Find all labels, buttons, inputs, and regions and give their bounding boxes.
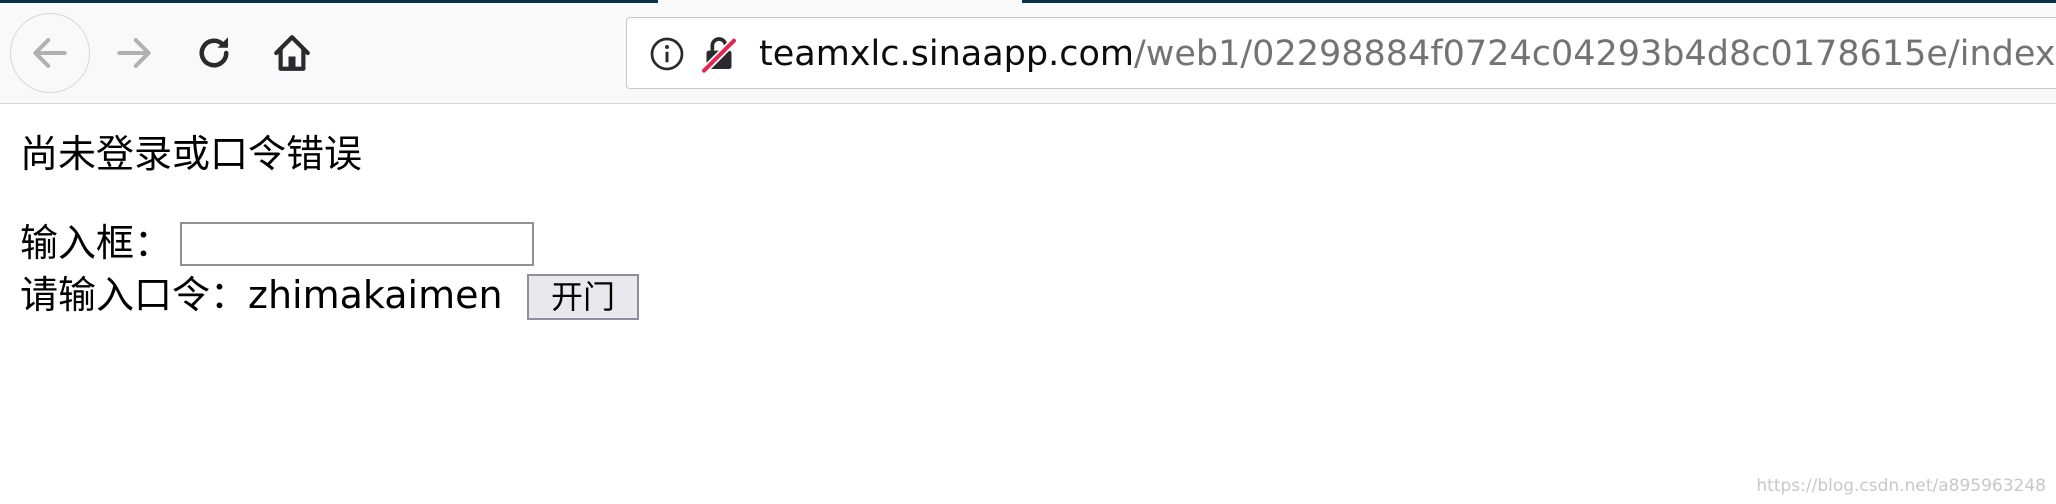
input-label: 输入框： (20, 221, 173, 265)
url-path: /web1/02298884f0724c04293b4d8c0178615e/i… (1133, 34, 2056, 74)
browser-toolbar: teamxlc.sinaapp.com/web1/02298884f0724c0… (0, 4, 2056, 104)
info-icon[interactable] (649, 36, 685, 72)
tab-strip-accent-right (1022, 0, 2056, 3)
back-arrow-icon (33, 38, 67, 68)
page-content: 尚未登录或口令错误 输入框： 请输入口令：zhimakaimen 开门 (20, 126, 639, 320)
url-host: teamxlc.sinaapp.com (759, 34, 1134, 74)
password-hint-label: 请输入口令：zhimakaimen (20, 273, 503, 317)
forward-button[interactable] (104, 23, 164, 83)
input-row: 输入框： (20, 218, 172, 268)
open-door-button[interactable]: 开门 (527, 274, 639, 320)
forward-arrow-icon (117, 38, 151, 68)
url-bar[interactable]: teamxlc.sinaapp.com/web1/02298884f0724c0… (626, 17, 2056, 89)
text-input[interactable] (180, 222, 534, 266)
watermark-text: https://blog.csdn.net/a895963248 (1756, 476, 2046, 496)
password-row: 请输入口令：zhimakaimen (20, 270, 503, 320)
home-button[interactable] (262, 23, 322, 83)
tab-strip-accent-left (0, 0, 658, 3)
error-message: 尚未登录或口令错误 (20, 132, 363, 176)
home-icon (274, 35, 310, 71)
reload-button[interactable] (184, 23, 244, 83)
reload-icon (199, 37, 229, 68)
back-button[interactable] (10, 13, 90, 93)
insecure-lock-icon[interactable] (699, 33, 739, 75)
url-text[interactable]: teamxlc.sinaapp.com/web1/02298884f0724c0… (759, 18, 2056, 90)
